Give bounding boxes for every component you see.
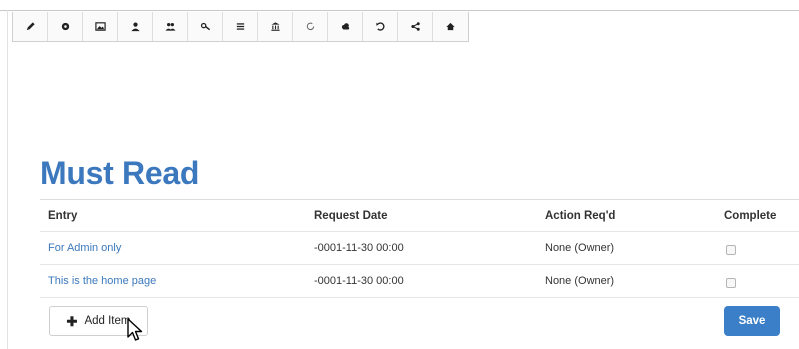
- user-icon: [130, 22, 140, 32]
- key-button[interactable]: [188, 12, 223, 41]
- list-icon: [236, 23, 244, 30]
- column-header-complete: Complete: [724, 209, 777, 222]
- add-item-label: Add Item: [84, 315, 131, 327]
- share-button[interactable]: [398, 12, 433, 41]
- share-icon: [410, 22, 420, 31]
- request-date-cell: -0001-11-30 00:00: [314, 242, 404, 254]
- bank-icon: [270, 22, 280, 31]
- entry-link[interactable]: For Admin only: [48, 242, 121, 254]
- list-button[interactable]: [223, 12, 258, 41]
- complete-checkbox[interactable]: [726, 277, 736, 288]
- action-cell: None (Owner): [545, 242, 615, 254]
- column-header-action: Action Req'd: [545, 209, 616, 222]
- home-icon: [446, 22, 455, 31]
- image-button[interactable]: [83, 12, 118, 41]
- user-button[interactable]: [118, 12, 153, 41]
- frame-top-border: [0, 10, 799, 11]
- plus-icon: ✚: [66, 313, 78, 329]
- image-icon: [94, 22, 106, 31]
- pencil-icon: [26, 22, 35, 31]
- mouse-cursor-icon: [127, 318, 143, 341]
- key-icon: [200, 22, 210, 31]
- bank-button[interactable]: [258, 12, 293, 41]
- table-row: For Admin only -0001-11-30 00:00 None (O…: [40, 232, 799, 265]
- request-date-cell: -0001-11-30 00:00: [314, 275, 404, 287]
- page-title: Must Read: [40, 155, 200, 191]
- gear-icon: [61, 22, 69, 31]
- cloud-button[interactable]: [328, 12, 363, 41]
- toolbar: [12, 12, 469, 42]
- pencil-button[interactable]: [13, 12, 48, 41]
- entry-link[interactable]: This is the home page: [48, 275, 156, 287]
- frame-left-border: [7, 10, 8, 349]
- home-button[interactable]: [433, 12, 468, 41]
- undo-icon: [375, 22, 384, 31]
- users-icon: [164, 23, 176, 31]
- page: Must Read Entry Request Date Action Req'…: [0, 0, 799, 349]
- users-button[interactable]: [153, 12, 188, 41]
- refresh-button[interactable]: [293, 12, 328, 41]
- column-header-request-date: Request Date: [314, 209, 388, 222]
- table-row: This is the home page -0001-11-30 00:00 …: [40, 265, 799, 298]
- complete-checkbox[interactable]: [726, 244, 736, 255]
- table-header-row: Entry Request Date Action Req'd Complete: [40, 200, 799, 232]
- save-button[interactable]: Save: [724, 306, 780, 336]
- action-cell: None (Owner): [545, 275, 615, 287]
- undo-button[interactable]: [363, 12, 398, 41]
- settings-button[interactable]: [48, 12, 83, 41]
- must-read-table: Entry Request Date Action Req'd Complete…: [40, 199, 799, 298]
- column-header-entry: Entry: [48, 209, 78, 222]
- refresh-icon: [306, 22, 314, 31]
- cloud-icon: [341, 23, 349, 30]
